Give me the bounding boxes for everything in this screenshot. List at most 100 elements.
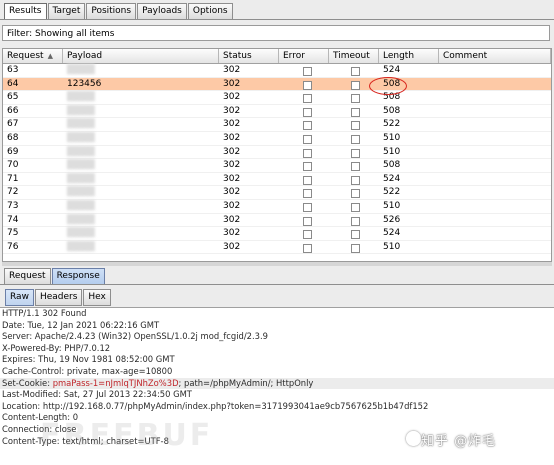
column-header-timeout[interactable]: Timeout: [329, 49, 379, 63]
cell-timeout: [329, 173, 379, 186]
response-status-line: HTTP/1.1 302 Found: [2, 308, 87, 318]
cell-timeout: [329, 118, 379, 131]
tab-target[interactable]: Target: [47, 3, 86, 19]
cell-comment: [439, 227, 551, 240]
cell-timeout: [329, 159, 379, 172]
timeout-checkbox[interactable]: [351, 134, 360, 144]
timeout-checkbox[interactable]: [351, 107, 360, 117]
cell-comment: [439, 186, 551, 199]
timeout-checkbox[interactable]: [351, 202, 360, 212]
cookie-attributes: ; path=/phpMyAdmin/; HttpOnly: [178, 377, 314, 388]
timeout-checkbox[interactable]: [351, 121, 360, 131]
cell-status: 302: [223, 228, 241, 239]
tab-request[interactable]: Request: [4, 268, 51, 284]
cell-error: [279, 91, 329, 104]
cell-payload: ████: [67, 187, 95, 198]
cell-comment: [439, 159, 551, 172]
table-row[interactable]: 74 ████ 302 526: [3, 214, 551, 228]
header-cache-control: Cache-Control: private, max-age=10800: [2, 365, 173, 376]
column-header-status[interactable]: Status: [219, 49, 279, 63]
timeout-checkbox[interactable]: [351, 175, 360, 185]
tab-payloads[interactable]: Payloads: [137, 3, 187, 19]
error-checkbox[interactable]: [303, 107, 312, 117]
error-checkbox[interactable]: [303, 121, 312, 131]
timeout-checkbox[interactable]: [351, 94, 360, 104]
cell-error: [279, 159, 329, 172]
table-row[interactable]: 66 ████ 302 508: [3, 105, 551, 119]
cell-error: [279, 118, 329, 131]
cell-comment: [439, 173, 551, 186]
error-checkbox[interactable]: [303, 189, 312, 199]
cell-status: 302: [223, 132, 241, 143]
table-row[interactable]: 73 ████ 302 510: [3, 200, 551, 214]
cell-timeout: [329, 186, 379, 199]
cell-error: [279, 105, 329, 118]
cell-timeout: [329, 200, 379, 213]
column-header-payload[interactable]: Payload: [63, 49, 219, 63]
subtab-divider: [0, 284, 554, 285]
tab-results[interactable]: Results: [4, 3, 47, 19]
freebuf-watermark: FREEBUF: [40, 418, 214, 453]
column-header-length[interactable]: Length: [379, 49, 439, 63]
timeout-checkbox[interactable]: [351, 189, 360, 199]
cell-status: 302: [223, 187, 241, 198]
table-row[interactable]: 76 ████ 302 510: [3, 241, 551, 255]
filter-bar[interactable]: Filter: Showing all items: [2, 25, 550, 41]
error-checkbox[interactable]: [303, 230, 312, 240]
error-checkbox[interactable]: [303, 94, 312, 104]
error-checkbox[interactable]: [303, 67, 312, 76]
table-row[interactable]: 67 ████ 302 522: [3, 118, 551, 132]
cell-request: 63: [7, 65, 19, 75]
timeout-checkbox[interactable]: [351, 67, 360, 76]
table-row[interactable]: 72 ████ 302 522: [3, 186, 551, 200]
error-checkbox[interactable]: [303, 148, 312, 158]
cell-timeout: [329, 132, 379, 145]
column-header-error[interactable]: Error: [279, 49, 329, 63]
cell-status: 302: [223, 78, 241, 89]
tab-hex[interactable]: Hex: [83, 289, 111, 306]
error-checkbox[interactable]: [303, 202, 312, 212]
cell-status: 302: [223, 146, 241, 157]
table-row[interactable]: 63 ████ 302 524: [3, 64, 551, 78]
cell-request: 70: [7, 160, 19, 171]
table-row[interactable]: 68 ████ 302 510: [3, 132, 551, 146]
table-row[interactable]: 75 ████ 302 524: [3, 227, 551, 241]
timeout-checkbox[interactable]: [351, 148, 360, 158]
timeout-checkbox[interactable]: [351, 230, 360, 240]
table-row[interactable]: 71 ████ 302 524: [3, 173, 551, 187]
table-row[interactable]: 70 ████ 302 508: [3, 159, 551, 173]
cell-length: 524: [383, 228, 401, 239]
tab-raw[interactable]: Raw: [5, 289, 34, 306]
timeout-checkbox[interactable]: [351, 216, 360, 226]
column-header-request[interactable]: Request ▲: [3, 49, 63, 63]
tab-response[interactable]: Response: [51, 268, 105, 284]
cell-timeout: [329, 241, 379, 254]
error-checkbox[interactable]: [303, 243, 312, 253]
error-checkbox[interactable]: [303, 134, 312, 144]
cell-status: 302: [223, 119, 241, 130]
header-last-modified: Last-Modified: Sat, 27 Jul 2013 22:34:50…: [2, 389, 192, 400]
table-row[interactable]: 64 123456 302 508: [3, 77, 551, 92]
cell-timeout: [329, 214, 379, 227]
tab-headers[interactable]: Headers: [34, 289, 83, 306]
cell-request: 65: [7, 92, 19, 103]
error-checkbox[interactable]: [303, 216, 312, 226]
table-row[interactable]: 65 ████ 302 508: [3, 91, 551, 105]
cell-length: 510: [383, 132, 401, 143]
cookie-label: Set-Cookie:: [2, 377, 53, 388]
timeout-checkbox[interactable]: [351, 243, 360, 253]
error-checkbox[interactable]: [303, 162, 312, 172]
tab-positions[interactable]: Positions: [86, 3, 137, 19]
tab-options[interactable]: Options: [187, 3, 233, 19]
timeout-checkbox[interactable]: [351, 162, 360, 172]
cell-comment: [439, 105, 551, 118]
timeout-checkbox[interactable]: [351, 80, 360, 90]
cell-payload: ████: [67, 214, 95, 225]
error-checkbox[interactable]: [303, 175, 312, 185]
column-header-comment[interactable]: Comment: [439, 49, 551, 63]
cell-payload: 123456: [67, 78, 102, 89]
table-row[interactable]: 69 ████ 302 510: [3, 146, 551, 160]
horizontal-scrollbar[interactable]: [2, 262, 552, 266]
results-table: Request ▲ Payload Status Error Timeout Le…: [2, 48, 552, 262]
error-checkbox[interactable]: [303, 80, 312, 90]
